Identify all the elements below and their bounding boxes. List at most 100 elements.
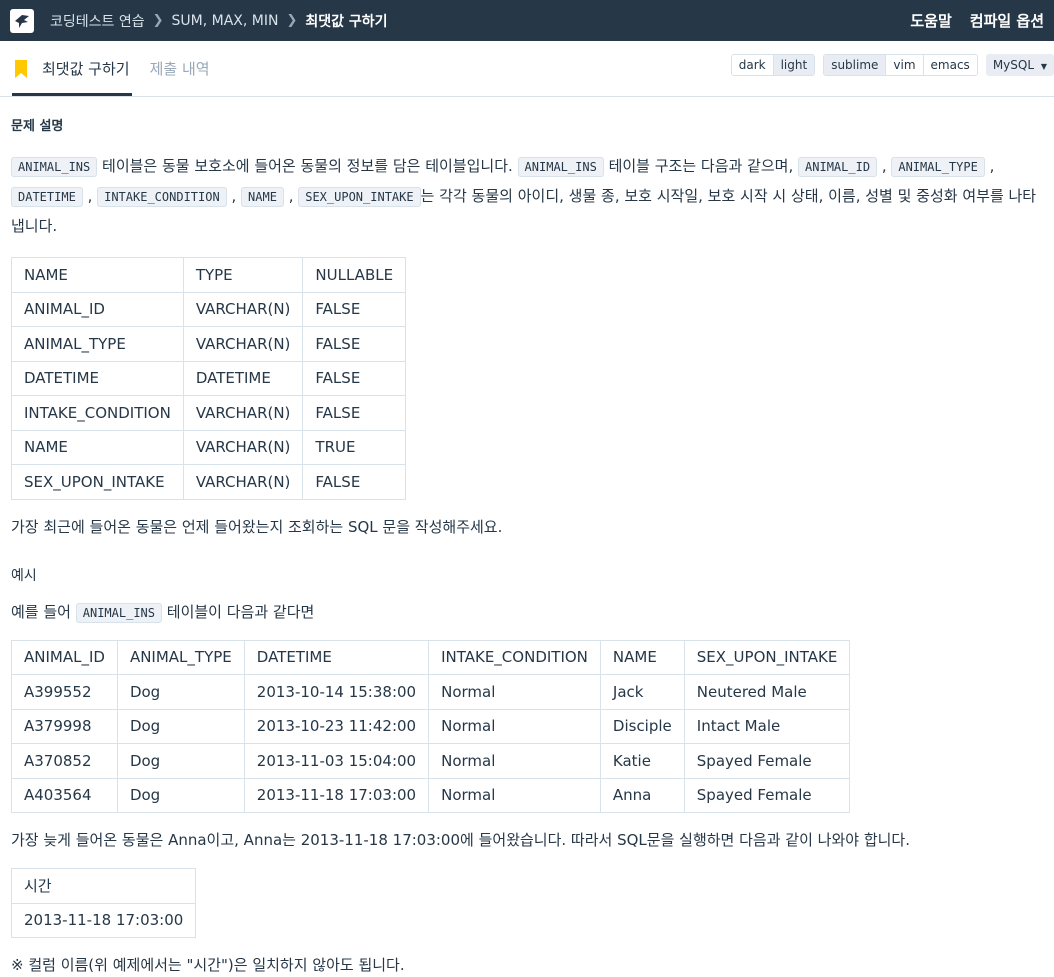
table-cell: 2013-11-03 15:04:00 (243, 743, 430, 779)
table-cell: A370852 (11, 743, 118, 779)
table-row: A399552 Dog 2013-10-14 15:38:00 Normal Jack N… (11, 674, 851, 710)
theme-light-button[interactable]: light (773, 55, 815, 75)
table-cell: Dog (116, 674, 245, 710)
table-cell: ANIMAL_ID (11, 291, 184, 327)
table-row: A370852 Dog 2013-11-03 15:04:00 Normal Katie… (11, 743, 851, 779)
table-cell: Spayed Female (683, 743, 851, 779)
table-cell: FALSE (302, 291, 407, 327)
table-cell: Jack (599, 674, 685, 710)
table-cell: Dog (116, 743, 245, 779)
inline-code: ANIMAL_TYPE (891, 157, 985, 177)
task-text: 가장 최근에 들어온 동물은 언제 들어왔는지 조회하는 SQL 문을 작성해주… (11, 517, 503, 536)
table-header-row: 시간 (10, 868, 197, 904)
table-row: ANIMAL_TYPE VARCHAR(N) FALSE (11, 326, 407, 362)
table-cell: Neutered Male (683, 674, 851, 710)
keymap-vim-button[interactable]: vim (886, 55, 924, 75)
intro-text: 테이블 구조는 다음과 같으며, (603, 157, 799, 175)
table-header-cell: NAME (11, 257, 184, 293)
table-cell: DATETIME (182, 360, 304, 396)
inline-code: ANIMAL_ID (798, 157, 878, 177)
help-button[interactable]: 도움말 (910, 10, 951, 31)
tab-problem[interactable]: 최댓값 구하기 (12, 41, 132, 96)
example-table: ANIMAL_ID ANIMAL_TYPE DATETIME INTAKE_CO… (11, 639, 851, 814)
table-header-row: NAME TYPE NULLABLE (11, 257, 407, 293)
table-cell: DATETIME (11, 360, 184, 396)
result-table: 시간 2013-11-18 17:03:00 (10, 868, 197, 938)
table-cell: VARCHAR(N) (182, 291, 304, 327)
bird-logo-icon (15, 14, 29, 28)
table-cell: Normal (428, 674, 601, 710)
language-select[interactable]: MySQL ▼ (985, 54, 1054, 76)
chevron-right-icon: ❯ (152, 13, 164, 28)
inline-code: DATETIME (11, 187, 83, 207)
table-cell: Normal (428, 743, 601, 779)
top-navbar: 코딩테스트 연습 ❯ SUM, MAX, MIN ❯ 최댓값 구하기 도움말 컴… (0, 0, 1054, 41)
table-cell: 2013-10-14 15:38:00 (243, 674, 430, 710)
table-cell: VARCHAR(N) (182, 326, 304, 362)
table-cell: NAME (11, 429, 184, 465)
example-label: 예시 (11, 567, 37, 584)
language-select-value: MySQL (992, 58, 1035, 72)
tab-submissions-label: 제출 내역 (149, 60, 210, 78)
chevron-right-icon: ❯ (286, 13, 298, 28)
table-row: INTAKE_CONDITION VARCHAR(N) FALSE (11, 395, 407, 431)
result-text: 가장 늦게 들어온 동물은 Anna이고, Anna는 2013-11-18 1… (11, 831, 910, 849)
caret-down-icon: ▼ (1040, 62, 1047, 71)
table-cell: INTAKE_CONDITION (11, 395, 184, 431)
table-cell: 2013-11-18 17:03:00 (10, 902, 197, 938)
table-cell: FALSE (302, 395, 407, 431)
table-cell: SEX_UPON_INTAKE (11, 464, 184, 500)
table-row: DATETIME DATETIME FALSE (11, 360, 407, 396)
bookmark-icon (15, 59, 27, 78)
intro-text: 테이블은 동물 보호소에 들어온 동물의 정보를 담은 테이블입니다. (97, 157, 518, 175)
programmers-logo[interactable] (10, 8, 34, 33)
table-cell: Normal (428, 777, 601, 813)
table-cell: 2013-10-23 11:42:00 (243, 708, 430, 744)
section-title: 문제 설명 (11, 119, 64, 134)
theme-dark-button[interactable]: dark (731, 55, 774, 75)
note-text: ※ 컬럼 이름(위 예제에서는 "시간")은 일치하지 않아도 됩니다. (11, 956, 405, 974)
breadcrumb-current: 최댓값 구하기 (305, 13, 388, 30)
table-cell: Normal (428, 708, 601, 744)
table-cell: Disciple (599, 708, 685, 744)
table-cell: VARCHAR(N) (182, 429, 304, 465)
breadcrumb-category[interactable]: SUM, MAX, MIN (172, 13, 279, 29)
tab-bar: 최댓값 구하기 제출 내역 dark light sublime vim ema… (0, 41, 1054, 97)
table-row: SEX_UPON_INTAKE VARCHAR(N) FALSE (11, 464, 407, 500)
table-cell: Intact Male (683, 708, 851, 744)
inline-code: ANIMAL_INS (11, 157, 98, 177)
table-cell: VARCHAR(N) (182, 395, 304, 431)
breadcrumb: 코딩테스트 연습 ❯ SUM, MAX, MIN ❯ 최댓값 구하기 (50, 11, 910, 31)
table-header-cell: INTAKE_CONDITION (428, 639, 601, 675)
compile-options-button[interactable]: 컴파일 옵션 (970, 10, 1044, 31)
table-cell: A399552 (11, 674, 118, 710)
keymap-sublime-button[interactable]: sublime (824, 55, 887, 75)
keymap-toggle: sublime vim emacs (823, 54, 978, 76)
problem-description: 문제 설명 ANIMAL_INS 테이블은 동물 보호소에 들어온 동물의 정보… (0, 97, 1054, 976)
table-cell: VARCHAR(N) (182, 464, 304, 500)
table-row: 2013-11-18 17:03:00 (10, 902, 197, 938)
table-header-cell: 시간 (10, 868, 197, 904)
table-cell: TRUE (302, 429, 407, 465)
table-cell: Spayed Female (683, 777, 851, 813)
table-cell: FALSE (302, 464, 407, 500)
table-header-cell: NULLABLE (302, 257, 407, 293)
inline-code: ANIMAL_INS (517, 157, 604, 177)
table-cell: Dog (116, 777, 245, 813)
table-cell: ANIMAL_TYPE (11, 326, 184, 362)
table-row: A379998 Dog 2013-10-23 11:42:00 Normal Disci… (11, 708, 851, 744)
table-cell: FALSE (302, 326, 407, 362)
tab-problem-label: 최댓값 구하기 (42, 60, 130, 78)
table-cell: Dog (116, 708, 245, 744)
table-header-cell: TYPE (182, 257, 304, 293)
table-cell: A403564 (11, 777, 118, 813)
tab-submissions[interactable]: 제출 내역 (148, 41, 212, 96)
example-intro-pre: 예를 들어 (11, 602, 76, 621)
table-row: NAME VARCHAR(N) TRUE (11, 429, 407, 465)
table-header-cell: NAME (599, 639, 685, 675)
table-cell: 2013-11-18 17:03:00 (243, 777, 430, 813)
keymap-emacs-button[interactable]: emacs (923, 55, 977, 75)
theme-toggle: dark light (730, 54, 816, 76)
breadcrumb-coding-test[interactable]: 코딩테스트 연습 (50, 11, 145, 31)
table-header-cell: DATETIME (243, 639, 430, 675)
